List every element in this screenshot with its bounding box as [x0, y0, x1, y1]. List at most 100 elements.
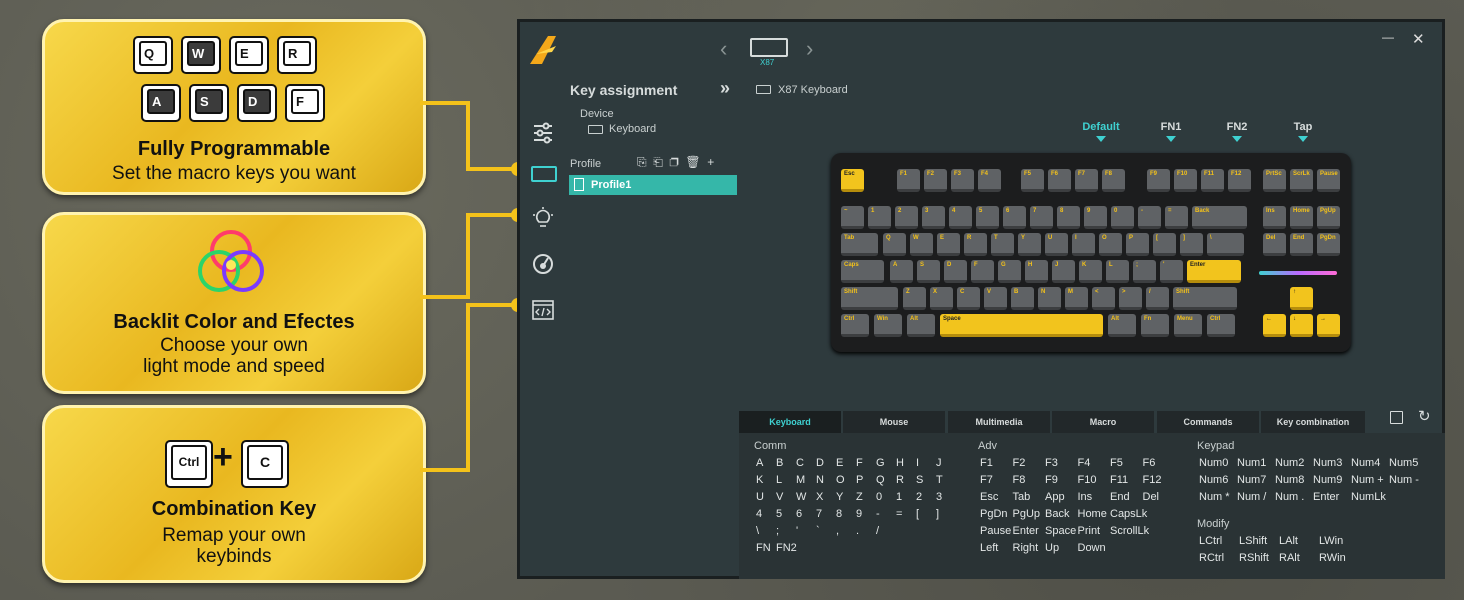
keyboard-key[interactable]: [ [1153, 233, 1176, 256]
add-profile-icon[interactable]: + [707, 155, 714, 169]
keyboard-nav-icon[interactable] [531, 166, 557, 182]
keyboard-key[interactable]: 0 [1111, 206, 1134, 229]
keyboard-key[interactable]: K [1079, 260, 1102, 283]
key-option[interactable]: ScrollLk [1110, 525, 1149, 537]
keyboard-key[interactable]: L [1106, 260, 1129, 283]
keyboard-key[interactable]: Shift [841, 287, 898, 310]
key-option[interactable]: F8 [1013, 474, 1026, 486]
delete-profile-icon[interactable]: 🗑 [685, 155, 700, 169]
keyboard-key[interactable]: Caps [841, 260, 885, 283]
keyboard-key[interactable]: ~ [841, 206, 864, 229]
keyboard-key[interactable]: > [1119, 287, 1142, 310]
key-option[interactable]: LAlt [1279, 535, 1298, 547]
keyboard-key[interactable]: O [1099, 233, 1122, 256]
save-icon[interactable] [1390, 411, 1403, 424]
key-option[interactable]: 4 [756, 508, 762, 520]
key-option[interactable]: RAlt [1279, 552, 1300, 564]
keyboard-key[interactable]: Ctrl [1207, 314, 1236, 337]
keyboard-key[interactable]: Back [1192, 206, 1248, 229]
keyboard-key[interactable]: E [937, 233, 960, 256]
key-option[interactable]: Tab [1013, 491, 1031, 503]
key-option[interactable]: FN2 [776, 542, 797, 554]
key-option[interactable]: D [816, 457, 824, 469]
key-option[interactable]: = [896, 508, 902, 520]
keyboard-key[interactable]: P [1126, 233, 1149, 256]
keyboard-key[interactable]: 5 [976, 206, 999, 229]
key-option[interactable]: Up [1045, 542, 1059, 554]
key-option[interactable]: RWin [1319, 552, 1346, 564]
key-option[interactable]: M [796, 474, 805, 486]
key-option[interactable]: O [836, 474, 845, 486]
layer-tab-fn1[interactable]: FN1 [1146, 121, 1196, 142]
keyboard-key[interactable]: 3 [922, 206, 945, 229]
key-option[interactable]: L [776, 474, 782, 486]
key-option[interactable]: End [1110, 491, 1130, 503]
tab-mouse[interactable]: Mouse [843, 411, 945, 433]
keyboard-key[interactable]: F9 [1147, 169, 1170, 192]
keyboard-key[interactable]: F8 [1102, 169, 1125, 192]
key-option[interactable]: W [796, 491, 806, 503]
key-option[interactable]: N [816, 474, 824, 486]
key-option[interactable]: ' [796, 525, 798, 537]
keyboard-key[interactable]: Alt [1108, 314, 1137, 337]
key-option[interactable]: Enter [1013, 525, 1039, 537]
copy-profile-icon[interactable]: ❐ [670, 155, 679, 169]
close-button[interactable]: ✕ [1412, 30, 1425, 48]
key-option[interactable]: 9 [856, 508, 862, 520]
profile-list-item[interactable]: Profile1 [569, 175, 737, 195]
key-option[interactable]: H [896, 457, 904, 469]
tab-multimedia[interactable]: Multimedia [948, 411, 1050, 433]
keyboard-key[interactable]: / [1146, 287, 1169, 310]
keyboard-key[interactable]: 6 [1003, 206, 1026, 229]
reset-icon[interactable]: ↻ [1418, 407, 1431, 425]
keyboard-key[interactable]: ↑ [1290, 287, 1313, 310]
key-option[interactable]: F4 [1078, 457, 1091, 469]
keyboard-key[interactable]: F6 [1048, 169, 1071, 192]
keyboard-key[interactable]: F12 [1228, 169, 1251, 192]
keyboard-key[interactable]: F2 [924, 169, 947, 192]
keyboard-key[interactable]: ; [1133, 260, 1156, 283]
keyboard-key[interactable]: F3 [951, 169, 974, 192]
key-option[interactable]: NumLk [1351, 491, 1386, 503]
key-option[interactable]: F [856, 457, 863, 469]
keyboard-key[interactable]: → [1317, 314, 1340, 337]
key-option[interactable]: LCtrl [1199, 535, 1222, 547]
keyboard-key[interactable]: Tab [841, 233, 878, 256]
key-option[interactable]: I [916, 457, 919, 469]
key-option[interactable]: Pause [980, 525, 1011, 537]
keyboard-key[interactable]: F5 [1021, 169, 1044, 192]
key-option[interactable]: 6 [796, 508, 802, 520]
key-option[interactable]: Num8 [1275, 474, 1304, 486]
key-option[interactable]: Num4 [1351, 457, 1380, 469]
key-option[interactable]: Num6 [1199, 474, 1228, 486]
key-option[interactable]: 2 [916, 491, 922, 503]
keyboard-key[interactable]: G [998, 260, 1021, 283]
keyboard-device-icon[interactable] [750, 38, 788, 57]
key-option[interactable]: B [776, 457, 783, 469]
key-option[interactable]: Num0 [1199, 457, 1228, 469]
key-option[interactable]: 8 [836, 508, 842, 520]
key-option[interactable]: RCtrl [1199, 552, 1224, 564]
key-option[interactable]: 3 [936, 491, 942, 503]
keyboard-key[interactable]: A [890, 260, 913, 283]
key-option[interactable]: . [856, 525, 859, 537]
keyboard-key[interactable]: T [991, 233, 1014, 256]
keyboard-key[interactable]: ← [1263, 314, 1286, 337]
key-option[interactable]: , [836, 525, 839, 537]
key-option[interactable]: Num * [1199, 491, 1230, 503]
key-option[interactable]: Num + [1351, 474, 1384, 486]
keyboard-key[interactable]: 9 [1084, 206, 1107, 229]
keyboard-key[interactable]: PgDn [1317, 233, 1340, 256]
keyboard-key[interactable]: Q [883, 233, 906, 256]
keyboard-key[interactable]: Home [1290, 206, 1313, 229]
keyboard-key[interactable]: X [930, 287, 953, 310]
key-option[interactable]: App [1045, 491, 1065, 503]
keyboard-key[interactable]: M [1065, 287, 1088, 310]
key-option[interactable]: K [756, 474, 763, 486]
keyboard-key[interactable]: = [1165, 206, 1188, 229]
key-option[interactable]: Num - [1389, 474, 1419, 486]
key-option[interactable]: ` [816, 525, 820, 537]
key-option[interactable]: Num . [1275, 491, 1304, 503]
key-option[interactable]: E [836, 457, 843, 469]
key-option[interactable]: F10 [1078, 474, 1097, 486]
